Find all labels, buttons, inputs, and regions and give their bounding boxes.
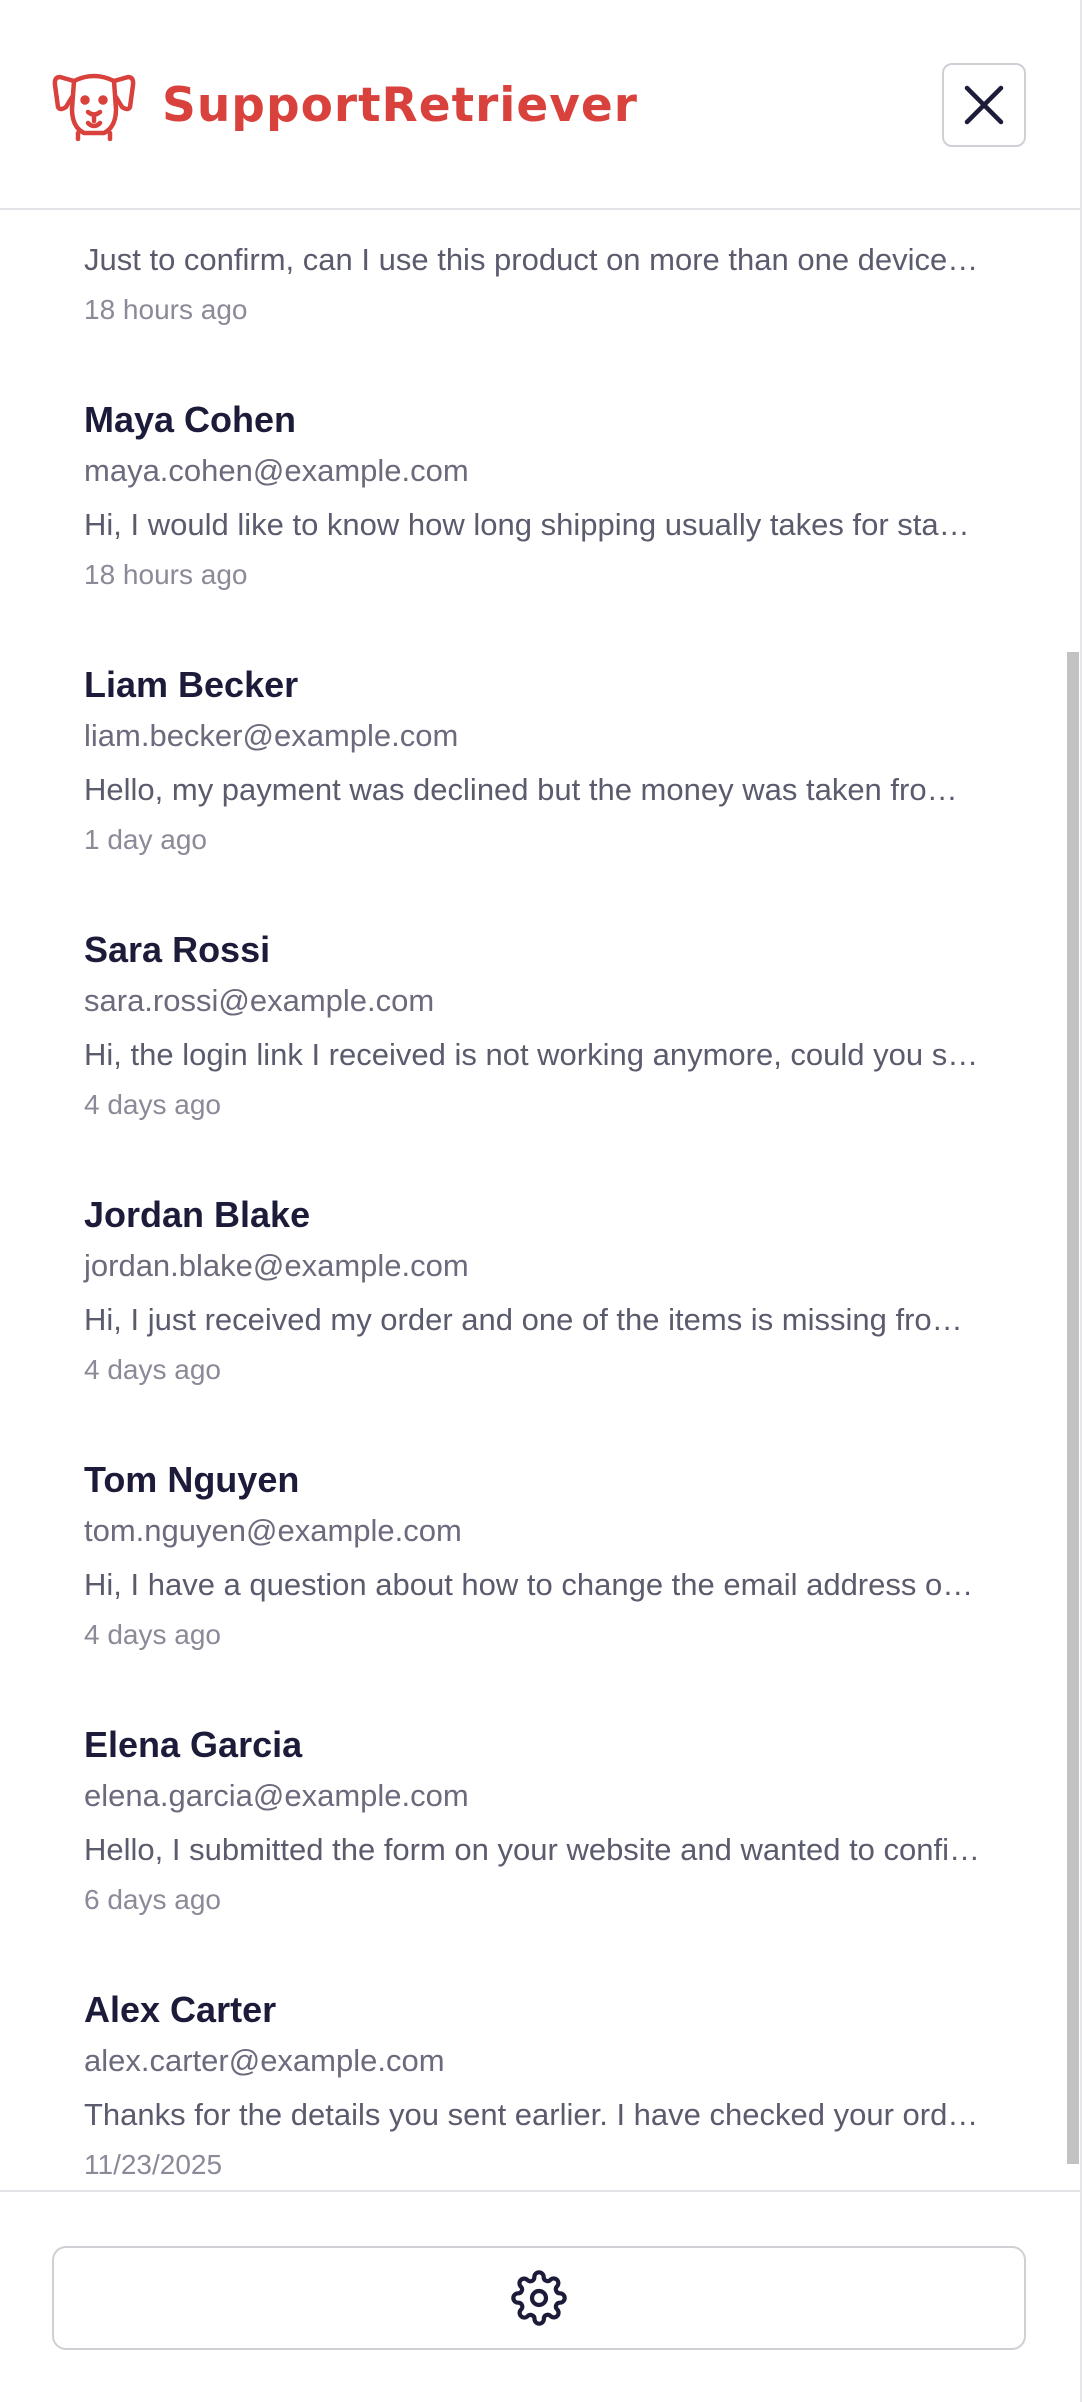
message-preview: Hi, I would like to know how long shippi… bbox=[84, 507, 970, 542]
message-preview: Just to confirm, can I use this product … bbox=[84, 242, 979, 277]
message-time: 4 days ago bbox=[84, 1619, 221, 1650]
gear-icon bbox=[511, 2270, 567, 2326]
conversation-item[interactable]: Jordan Blake jordan.blake@example.com Hi… bbox=[0, 1182, 1066, 1447]
contact-name: Sara Rossi bbox=[84, 929, 271, 970]
footer bbox=[0, 2190, 1080, 2402]
conversation-item[interactable]: Liam Becker liam.becker@example.com Hell… bbox=[0, 652, 1066, 917]
contact-email: elena.garcia@example.com bbox=[84, 1778, 469, 1813]
contact-email: jordan.blake@example.com bbox=[84, 1248, 469, 1283]
contact-name: Alex Carter bbox=[84, 1989, 277, 2030]
contact-name: Maya Cohen bbox=[84, 399, 297, 440]
message-preview: Hi, I just received my order and one of … bbox=[84, 1302, 963, 1337]
message-preview: Hi, the login link I received is not wor… bbox=[84, 1037, 979, 1072]
close-icon bbox=[964, 85, 1004, 125]
contact-email: sara.rossi@example.com bbox=[84, 983, 435, 1018]
message-preview: Thanks for the details you sent earlier.… bbox=[84, 2097, 979, 2132]
scrollbar-thumb[interactable] bbox=[1067, 652, 1079, 2164]
contact-email: tom.nguyen@example.com bbox=[84, 1513, 462, 1548]
conversation-item[interactable]: Maya Cohen maya.cohen@example.com Hi, I … bbox=[0, 387, 1066, 652]
contact-name: Jordan Blake bbox=[84, 1194, 311, 1235]
message-time: 11/23/2025 bbox=[84, 2149, 223, 2180]
message-time: 18 hours ago bbox=[84, 294, 248, 325]
contact-email: alex.carter@example.com bbox=[84, 2043, 445, 2078]
message-time: 6 days ago bbox=[84, 1884, 221, 1915]
message-time: 18 hours ago bbox=[84, 559, 248, 590]
message-time: 4 days ago bbox=[84, 1354, 221, 1385]
conversation-item[interactable]: Alex Carter alex.carter@example.com Than… bbox=[0, 1977, 1066, 2192]
contact-name: Elena Garcia bbox=[84, 1724, 303, 1765]
conversation-item[interactable]: Tom Nguyen tom.nguyen@example.com Hi, I … bbox=[0, 1447, 1066, 1712]
conversation-item[interactable]: Elena Garcia elena.garcia@example.com He… bbox=[0, 1712, 1066, 1977]
message-time: 4 days ago bbox=[84, 1089, 221, 1120]
settings-button[interactable] bbox=[52, 2246, 1026, 2350]
header: SupportRetriever bbox=[0, 0, 1080, 210]
message-time: 1 day ago bbox=[84, 824, 207, 855]
contact-email: liam.becker@example.com bbox=[84, 718, 459, 753]
conversation-list[interactable]: Just to confirm, can I use this product … bbox=[0, 212, 1066, 2192]
message-preview: Hello, my payment was declined but the m… bbox=[84, 772, 958, 807]
close-button[interactable] bbox=[942, 63, 1026, 147]
contact-email: maya.cohen@example.com bbox=[84, 453, 469, 488]
support-panel: SupportRetriever Just to confirm, can I … bbox=[0, 0, 1082, 2402]
brand-name: SupportRetriever bbox=[162, 77, 638, 133]
conversation-item[interactable]: Sara Rossi sara.rossi@example.com Hi, th… bbox=[0, 917, 1066, 1182]
message-preview: Hi, I have a question about how to chang… bbox=[84, 1567, 974, 1602]
contact-name: Tom Nguyen bbox=[84, 1459, 300, 1500]
brand: SupportRetriever bbox=[52, 68, 638, 142]
message-preview: Hello, I submitted the form on your webs… bbox=[84, 1832, 981, 1867]
conversation-item[interactable]: Just to confirm, can I use this product … bbox=[0, 212, 1066, 387]
dog-face-icon bbox=[52, 73, 136, 141]
contact-name: Liam Becker bbox=[84, 664, 299, 705]
